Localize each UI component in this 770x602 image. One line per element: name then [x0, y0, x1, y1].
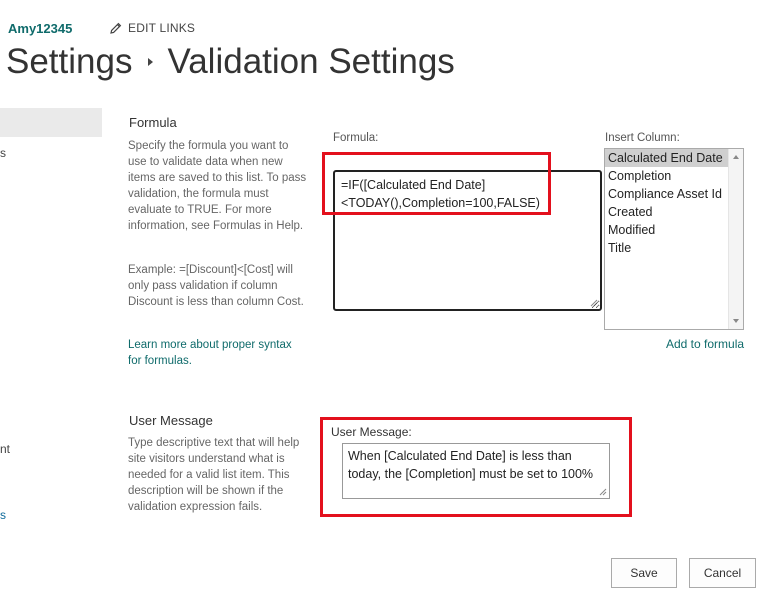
- pencil-icon: [110, 22, 122, 34]
- sidebar-item-selected[interactable]: [0, 108, 102, 137]
- scroll-up-icon[interactable]: [733, 155, 739, 159]
- user-message-text: When [Calculated End Date] is less than …: [348, 449, 594, 481]
- user-message-textarea[interactable]: When [Calculated End Date] is less than …: [342, 443, 610, 499]
- edit-links-button[interactable]: EDIT LINKS: [110, 21, 195, 35]
- formula-section-title: Formula: [129, 115, 177, 130]
- formula-field-label: Formula:: [333, 132, 379, 144]
- user-message-description: Type descriptive text that will help sit…: [128, 437, 300, 513]
- breadcrumb-current: Validation Settings: [167, 42, 455, 81]
- formula-example: Example: =[Discount]<[Cost] will only pa…: [128, 264, 304, 308]
- formula-syntax-link[interactable]: Learn more about proper syntax for formu…: [128, 337, 308, 369]
- listbox-scrollbar[interactable]: [728, 149, 743, 329]
- add-to-formula-link[interactable]: Add to formula: [666, 337, 744, 351]
- cancel-button[interactable]: Cancel: [689, 558, 756, 588]
- column-option-compliance-asset-id[interactable]: Compliance Asset Id: [605, 185, 743, 203]
- breadcrumb-arrow-icon: [148, 58, 154, 66]
- formula-description: Specify the formula you want to use to v…: [128, 140, 307, 232]
- resize-grip-icon[interactable]: [599, 488, 607, 496]
- user-message-field-label: User Message:: [331, 425, 412, 439]
- breadcrumb-parent[interactable]: Settings: [6, 42, 132, 82]
- sidebar-item-fragment[interactable]: s: [0, 508, 6, 522]
- column-option-calculated-end-date[interactable]: Calculated End Date: [605, 149, 743, 167]
- insert-column-label: Insert Column:: [605, 132, 680, 144]
- column-option-modified[interactable]: Modified: [605, 221, 743, 239]
- username-link[interactable]: Amy12345: [8, 21, 72, 36]
- column-option-completion[interactable]: Completion: [605, 167, 743, 185]
- formula-highlight-annotation: [322, 152, 551, 215]
- insert-column-listbox[interactable]: Calculated End Date Completion Complianc…: [604, 148, 744, 330]
- sidebar-item-fragment[interactable]: s: [0, 146, 6, 160]
- user-message-section-title: User Message: [129, 413, 213, 428]
- column-option-title[interactable]: Title: [605, 239, 743, 257]
- column-option-created[interactable]: Created: [605, 203, 743, 221]
- page-title: Settings Validation Settings: [6, 42, 455, 82]
- sidebar-item-fragment[interactable]: nt: [0, 442, 10, 456]
- scroll-down-icon[interactable]: [733, 319, 739, 323]
- edit-links-label: EDIT LINKS: [128, 21, 196, 35]
- resize-grip-icon[interactable]: [590, 299, 598, 307]
- save-button[interactable]: Save: [611, 558, 677, 588]
